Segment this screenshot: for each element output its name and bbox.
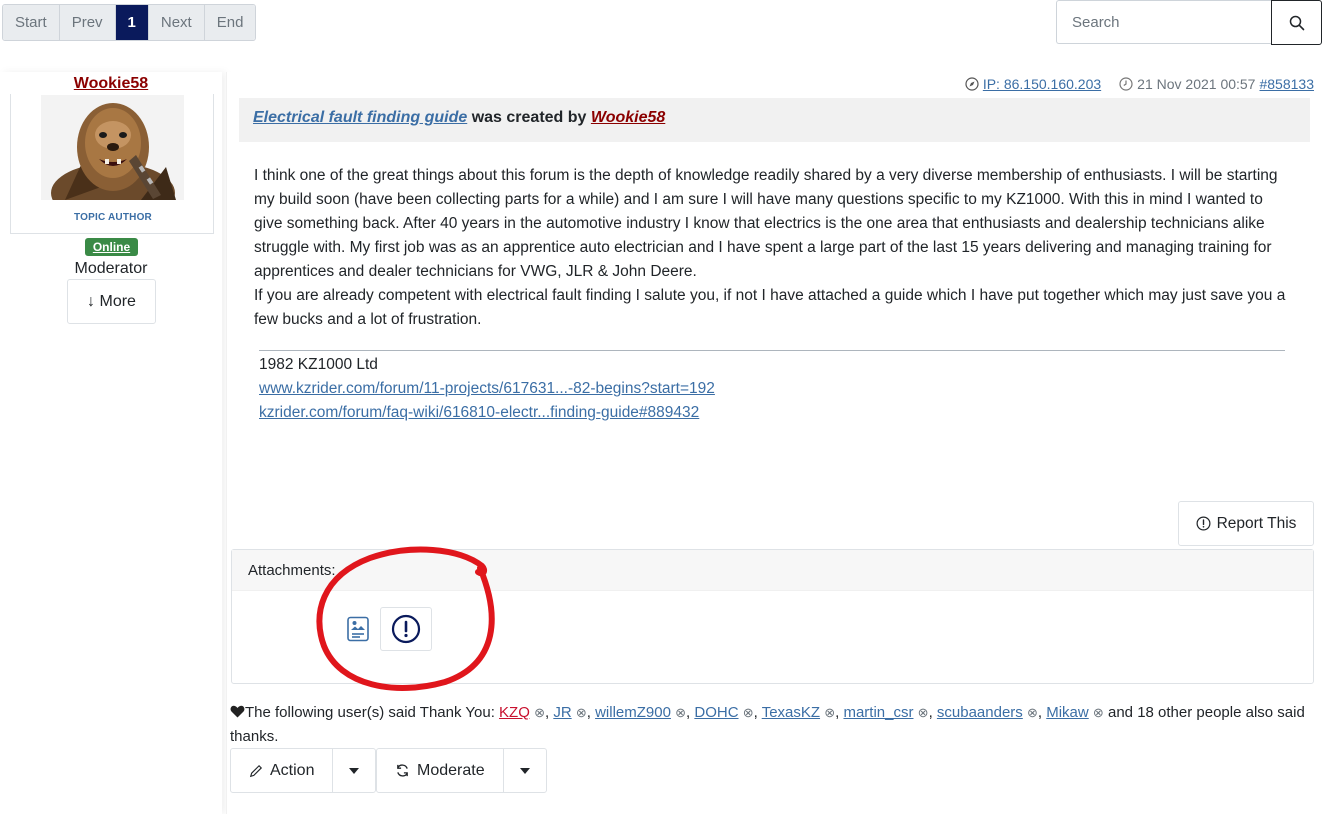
exclamation-circle-icon [391,614,421,644]
online-status-badge[interactable]: Online [85,238,138,256]
post-id-link[interactable]: #858133 [1259,76,1314,92]
avatar-image [41,95,184,200]
action-label: Action [270,761,315,779]
caret-down-icon [349,767,360,774]
signature-link-1[interactable]: www.kzrider.com/forum/11-projects/617631… [259,377,1285,401]
more-button[interactable]: ↓ More [67,279,156,324]
thanks-user-link[interactable]: willemZ900 [595,704,671,721]
search-input[interactable] [1056,0,1271,44]
search-button[interactable] [1271,0,1322,45]
remove-thanks-icon[interactable]: ⊗ [675,705,686,720]
topic-author-badge: TOPIC AUTHOR [74,212,152,223]
post-date: 21 Nov 2021 00:57 [1137,76,1256,92]
post-signature: 1982 KZ1000 Ltd www.kzrider.com/forum/11… [259,350,1285,425]
pencil-icon [249,764,263,777]
topic-title-link[interactable]: Electrical fault finding guide [253,109,467,126]
user-profile: Wookie58 TOPIC AUTHOR Online Moderator ↓… [0,72,222,814]
post-subject: Electrical fault finding guide was creat… [239,98,1310,142]
thanks-user-link[interactable]: Mikaw [1046,704,1089,721]
remove-thanks-icon[interactable]: ⊗ [534,705,545,720]
subject-connector: was created by [471,109,587,126]
report-button[interactable]: Report This [1178,501,1314,546]
avatar[interactable] [41,95,184,200]
avatar-box: TOPIC AUTHOR [10,94,214,234]
remove-thanks-icon[interactable]: ⊗ [918,705,929,720]
search-icon [1289,15,1304,30]
remove-thanks-icon[interactable]: ⊗ [1027,705,1038,720]
action-dropdown-toggle[interactable] [333,749,375,792]
action-button-group: Action [230,748,377,793]
search-form [1056,0,1322,45]
pagination-next[interactable]: Next [148,5,205,40]
thanks-user-link[interactable]: JR [553,704,571,721]
file-image-icon[interactable] [346,616,370,642]
remove-thanks-icon[interactable]: ⊗ [743,705,754,720]
profile-username[interactable]: Wookie58 [0,75,222,93]
attachments-header: Attachments: [232,550,1313,591]
remove-thanks-icon[interactable]: ⊗ [824,705,835,720]
signature-link-2[interactable]: kzrider.com/forum/faq-wiki/616810-electr… [259,401,1285,425]
moderate-dropdown-toggle[interactable] [504,749,546,792]
thanks-user-link[interactable]: DOHC [694,704,738,721]
thank-you-list: The following user(s) said Thank You: KZ… [230,704,1305,745]
moderate-label: Moderate [417,761,485,779]
compass-icon [965,77,979,91]
user-role: Moderator [74,260,148,277]
post-body: I think one of the great things about th… [254,164,1294,332]
heart-icon [230,705,245,718]
post-ip-link[interactable]: IP: 86.150.160.203 [983,76,1101,92]
thanks-user-link[interactable]: martin_csr [843,704,913,721]
caret-down-icon [519,767,530,774]
exclamation-circle-icon [1196,516,1211,531]
post-paragraph-2: If you are already competent with electr… [254,287,1286,328]
pagination: Start Prev 1 Next End [2,4,257,41]
post-paragraph-1: I think one of the great things about th… [254,167,1278,280]
thanks-prefix: The following user(s) said Thank You: [245,704,495,721]
moderate-button[interactable]: Moderate [377,749,504,792]
moderate-button-group: Moderate [376,748,547,793]
subject-author-link[interactable]: Wookie58 [591,109,665,126]
action-button[interactable]: Action [231,749,334,792]
signature-line: 1982 KZ1000 Ltd [259,356,378,373]
pagination-prev[interactable]: Prev [59,5,116,40]
remove-thanks-icon[interactable]: ⊗ [1093,705,1104,720]
pagination-start[interactable]: Start [3,5,60,40]
pagination-end[interactable]: End [204,5,256,40]
thanks-user-link[interactable]: KZQ [499,704,530,721]
attachment-report-button[interactable] [380,607,432,651]
post-meta: IP: 86.150.160.203 21 Nov 2021 00:57 #85… [965,76,1314,92]
report-label: Report This [1216,514,1297,532]
remove-thanks-icon[interactable]: ⊗ [576,705,587,720]
pagination-current[interactable]: 1 [115,5,149,40]
attachments-panel: Attachments: [231,549,1314,684]
refresh-icon [397,764,408,777]
thanks-user-link[interactable]: scubaanders [937,704,1023,721]
clock-icon [1119,77,1133,91]
thanks-user-link[interactable]: TexasKZ [762,704,820,721]
